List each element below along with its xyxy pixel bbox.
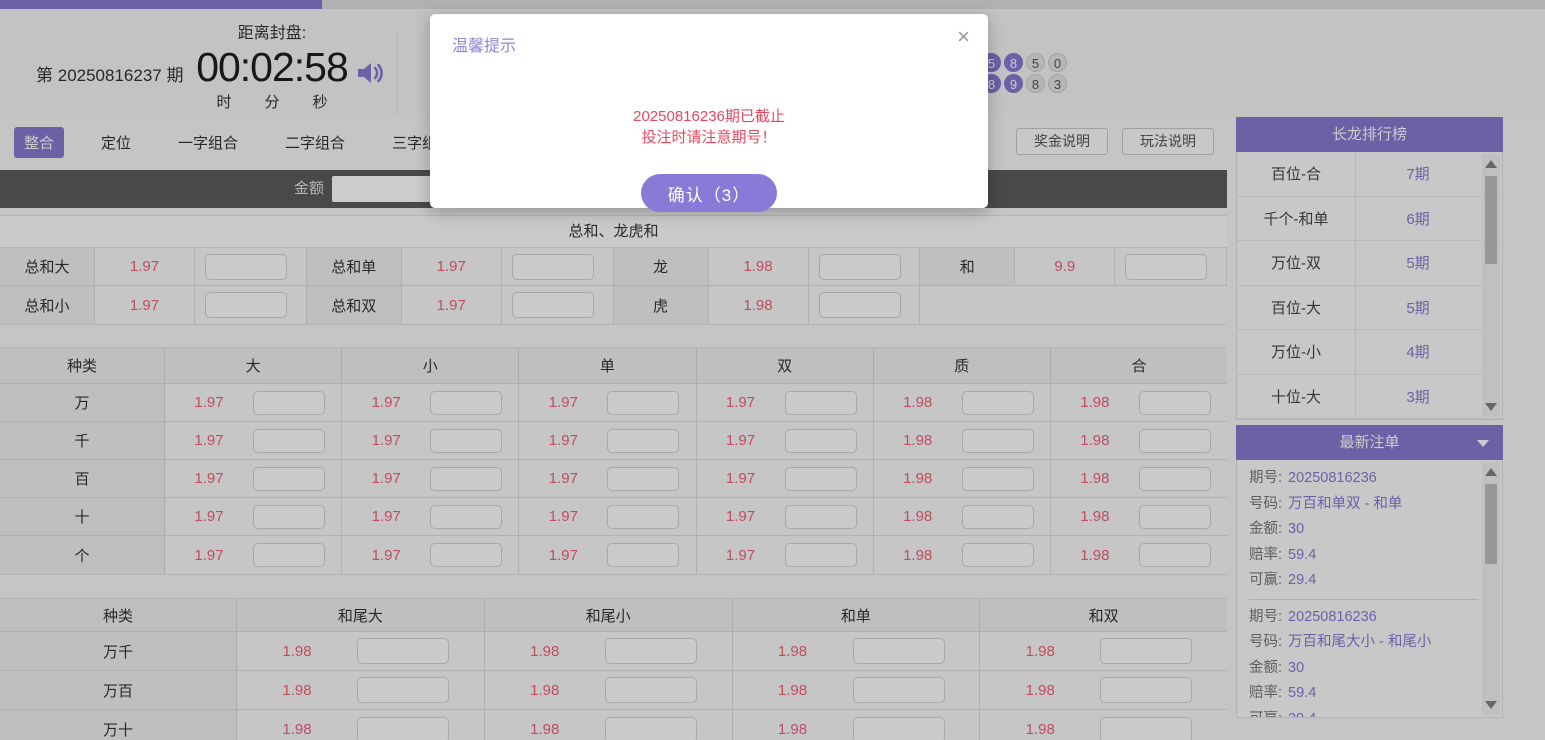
modal-message-line1: 20250816236期已截止 [430,106,988,127]
modal-title: 温馨提示 [452,32,516,56]
betting-page: 第 20250816237 期 距离封盘: 00:02:58 时分秒 58508… [0,0,1545,740]
modal-message: 20250816236期已截止 投注时请注意期号！ [430,106,988,148]
modal-message-line2: 投注时请注意期号！ [430,127,988,148]
notice-modal: 温馨提示 × 20250816236期已截止 投注时请注意期号！ 确认（3） [430,14,988,208]
confirm-button[interactable]: 确认（3） [641,174,777,212]
close-icon[interactable]: × [957,26,970,48]
